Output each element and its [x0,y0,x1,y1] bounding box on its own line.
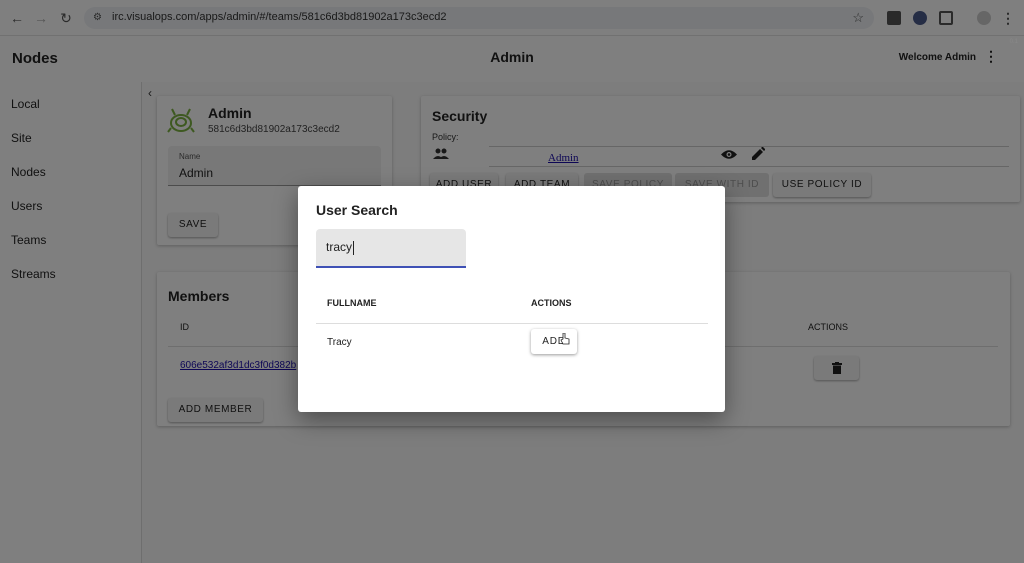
search-input-text[interactable] [326,240,456,254]
dialog-title: User Search [316,202,398,218]
version-label: 0.1 [1009,39,1018,45]
text-caret [353,241,354,255]
search-input[interactable] [316,229,466,268]
divider [316,323,708,324]
result-fullname: Tracy [327,337,352,348]
column-header-actions: ACTIONS [531,298,572,308]
column-header-fullname: FULLNAME [327,298,377,308]
hand-cursor-icon [560,333,570,345]
add-user-result-button[interactable]: ADD [531,329,577,354]
user-search-dialog: User Search FULLNAME ACTIONS Tracy ADD [298,186,725,412]
